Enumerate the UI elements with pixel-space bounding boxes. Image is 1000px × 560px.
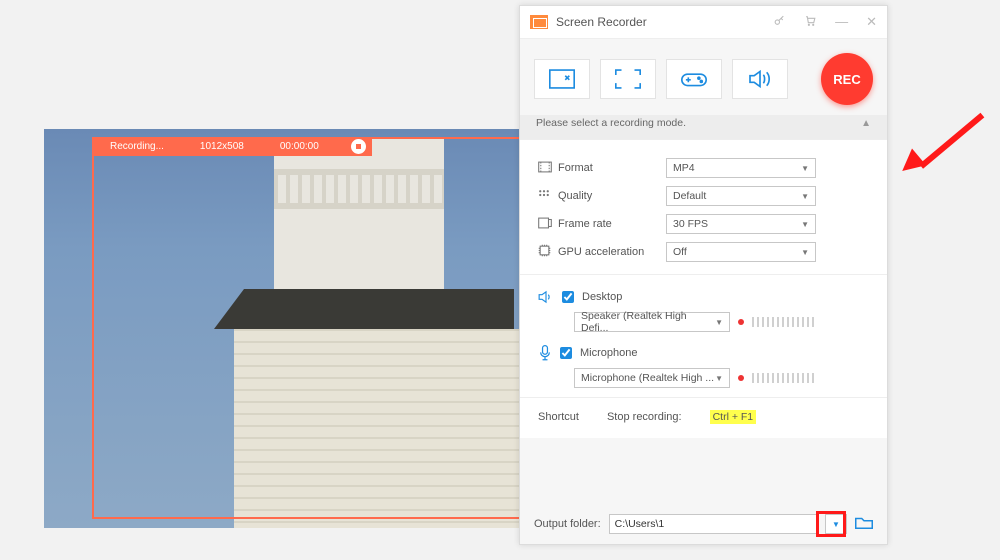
output-folder-label: Output folder: [534,518,601,530]
gpu-icon [538,244,558,260]
mode-hint-row: Please select a recording mode. ▲ [520,115,887,139]
mode-game-button[interactable] [666,59,722,99]
record-button[interactable]: REC [821,53,873,105]
shortcut-keys: Ctrl + F1 [710,410,757,424]
microphone-device-select[interactable]: Microphone (Realtek High ...▼ [574,368,730,388]
quality-select[interactable]: Default▼ [666,186,816,206]
desktop-audio-checkbox[interactable] [562,291,574,303]
format-label: Format [558,162,666,174]
framerate-icon [538,217,558,232]
mode-fullscreen-button[interactable] [600,59,656,99]
quality-icon [538,189,558,204]
microphone-icon [538,345,552,361]
app-logo-icon [530,15,548,29]
browse-folder-button[interactable] [855,516,873,533]
record-button-label: REC [833,72,860,87]
shortcut-row: Shortcut Stop recording: Ctrl + F1 [520,398,887,438]
titlebar[interactable]: Screen Recorder — ✕ [520,6,887,39]
output-folder-input[interactable] [609,514,817,534]
microphone-label: Microphone [580,347,637,359]
minimize-button[interactable]: — [835,14,848,30]
desktop-mute-indicator[interactable] [738,319,744,325]
recording-status-text: Recording... [92,141,182,152]
window-title: Screen Recorder [556,15,647,29]
screen-recorder-window: Screen Recorder — ✕ REC Please select a … [519,5,888,545]
cart-icon[interactable] [804,14,817,30]
format-select[interactable]: MP4▼ [666,158,816,178]
key-icon[interactable] [773,14,786,30]
mode-toolbar: REC [520,39,887,115]
close-button[interactable]: ✕ [866,14,877,30]
microphone-level-meter [752,373,814,383]
speaker-icon [538,290,554,304]
microphone-mute-indicator[interactable] [738,375,744,381]
video-settings-panel: Format MP4▼ Quality Default▼ Frame rate … [520,139,887,275]
mode-hint-text: Please select a recording mode. [536,117,686,129]
gpu-label: GPU acceleration [558,246,666,258]
output-folder-row: Output folder: ▼ [520,504,887,544]
shortcut-label: Shortcut [538,411,579,423]
mode-audio-button[interactable] [732,59,788,99]
gpu-select[interactable]: Off▼ [666,242,816,262]
recording-timer: 00:00:00 [262,141,337,152]
format-icon [538,161,558,176]
recording-resolution: 1012x508 [182,141,262,152]
desktop-device-select[interactable]: Speaker (Realtek High Defi...▼ [574,312,730,332]
mode-region-button[interactable] [534,59,590,99]
recording-status-bar[interactable]: Recording... 1012x508 00:00:00 [92,137,372,156]
framerate-select[interactable]: 30 FPS▼ [666,214,816,234]
stop-recording-button[interactable] [351,139,366,154]
microphone-checkbox[interactable] [560,347,572,359]
audio-settings-panel: Desktop Speaker (Realtek High Defi...▼ M… [520,275,887,398]
output-history-dropdown[interactable]: ▼ [825,514,847,534]
desktop-level-meter [752,317,814,327]
shortcut-action-label: Stop recording: [607,411,682,423]
collapse-chevron-icon[interactable]: ▲ [861,118,871,129]
desktop-audio-label: Desktop [582,291,622,303]
quality-label: Quality [558,190,666,202]
framerate-label: Frame rate [558,218,666,230]
